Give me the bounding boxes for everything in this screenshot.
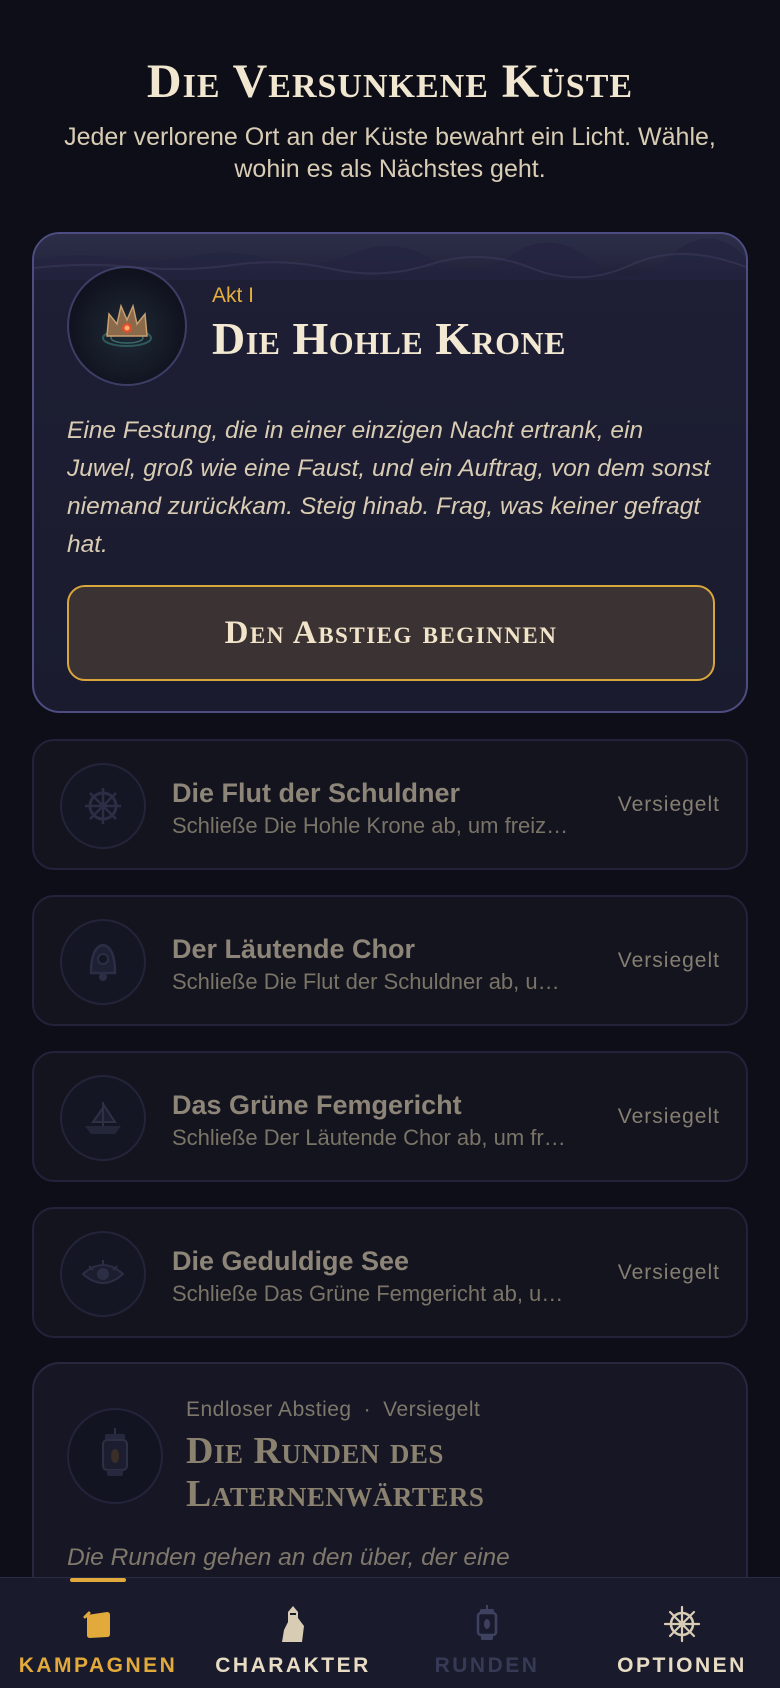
lantern-icon [95, 1426, 135, 1487]
character-icon [276, 1604, 310, 1644]
tab-label: RUNDEN [434, 1654, 540, 1677]
ship-wheel-emblem-icon [60, 763, 146, 849]
status-badge: Versiegelt [617, 1105, 720, 1128]
unlock-hint: Schließe Die Flut der Schuldner ab, u… [172, 969, 560, 994]
act-label: Akt I [212, 284, 255, 307]
begin-descent-button[interactable]: Den Abstieg beginnen [67, 585, 715, 681]
tab-kampagnen[interactable]: KAMPAGNEN [0, 1578, 196, 1688]
unlock-hint: Schließe Das Grüne Femgericht ab, u… [172, 1281, 564, 1306]
page-header: Die Versunkene Küste Jeder verlorene Ort… [0, 0, 780, 185]
status-badge: Versiegelt [383, 1398, 481, 1421]
ship-wheel-icon [663, 1604, 701, 1644]
campaign-title: Die Geduldige See [172, 1246, 410, 1276]
lantern-emblem [67, 1408, 163, 1504]
status-badge: Versiegelt [617, 793, 720, 816]
locked-campaign-card[interactable]: Das Grüne Femgericht Schließe Der Läuten… [32, 1051, 748, 1182]
tab-optionen[interactable]: OPTIONEN [584, 1578, 780, 1688]
endless-description: Die Runden gehen an den über, der eine [67, 1544, 510, 1571]
featured-campaign-card[interactable]: Akt I Die Hohle Krone Eine Festung, die … [32, 232, 748, 713]
cards-icon [81, 1604, 115, 1644]
mode-label: Endloser Abstieg [186, 1398, 352, 1421]
meta-separator: · [363, 1398, 372, 1421]
endless-title: Die Runden des Laternenwärters [186, 1430, 485, 1515]
tab-charakter[interactable]: CHARAKTER [196, 1578, 390, 1688]
locked-campaign-card[interactable]: Die Geduldige See Schließe Das Grüne Fem… [32, 1207, 748, 1338]
bottom-navigation: KAMPAGNEN CHARAKTER RUNDEN OPTIONEN [0, 1577, 780, 1688]
bell-icon [60, 919, 146, 1005]
status-badge: Versiegelt [617, 1261, 720, 1284]
campaign-title: Das Grüne Femgericht [172, 1090, 462, 1120]
tab-label: OPTIONEN [617, 1654, 747, 1677]
locked-campaign-card[interactable]: Die Flut der Schuldner Schließe Die Hohl… [32, 739, 748, 870]
campaign-title: Die Flut der Schuldner [172, 778, 461, 808]
crown-icon [95, 292, 159, 361]
campaign-description: Eine Festung, die in einer einzigen Nach… [67, 417, 711, 558]
crown-emblem [67, 266, 187, 386]
campaign-title: Der Läutende Chor [172, 934, 416, 964]
tab-label: KAMPAGNEN [18, 1654, 178, 1677]
lantern-icon [474, 1604, 500, 1644]
endless-meta: Endloser Abstieg · Versiegelt [186, 1398, 480, 1422]
campaign-title: Die Hohle Krone [212, 313, 566, 364]
page-subtitle: Jeder verlorene Ort an der Küste bewahrt… [64, 123, 716, 183]
unlock-hint: Schließe Die Hohle Krone ab, um freiz… [172, 813, 569, 838]
unlock-hint: Schließe Der Läutende Chor ab, um fr… [172, 1125, 566, 1150]
page-title: Die Versunkene Küste [146, 55, 634, 108]
tab-label: CHARAKTER [215, 1654, 371, 1677]
locked-campaign-card[interactable]: Der Läutende Chor Schließe Die Flut der … [32, 895, 748, 1026]
tab-runden[interactable]: RUNDEN [390, 1578, 584, 1688]
eye-icon [60, 1231, 146, 1317]
status-badge: Versiegelt [617, 949, 720, 972]
ship-icon [60, 1075, 146, 1161]
